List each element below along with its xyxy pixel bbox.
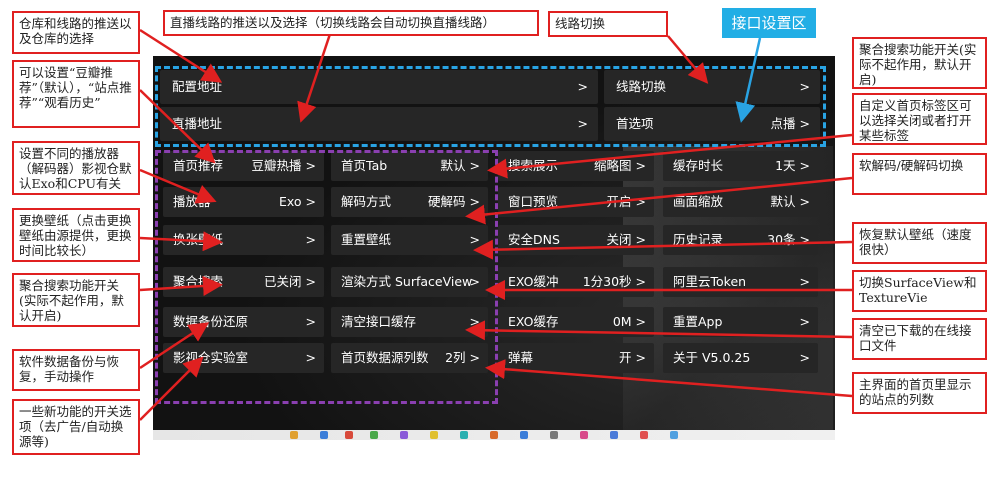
annotation-home-tabs: 自定义首页标签区可以选择关闭或者打开某些标签: [852, 93, 987, 145]
annotation-render: 切换SurfaceView和TextureVie: [852, 270, 987, 312]
annotation-home-recommend: 可以设置“豆瓣推荐”（默认），“站点推荐”“观看历史”: [12, 60, 140, 128]
annotation-repo: 仓库和线路的推送以及仓库的选择: [12, 11, 140, 54]
annotation-agg-search-top: 聚合搜索功能开关(实际不起作用，默认开启): [852, 37, 987, 89]
annotation-decode: 软解码/硬解码切换: [852, 153, 987, 195]
annotation-backup: 软件数据备份与恢复，手动操作: [12, 349, 140, 391]
annotation-live-line: 直播线路的推送以及选择（切换线路会自动切换直播线路）: [163, 10, 539, 36]
annotation-agg-search: 聚合搜索功能开关(实际不起作用，默认开启): [12, 273, 140, 327]
annotation-wallpaper: 更换壁纸（点击更换壁纸由源提供，更换时间比较长）: [12, 208, 140, 262]
annotation-lab: 一些新功能的开关选项（去广告/自动换源等): [12, 399, 140, 455]
annotation-reset-wallpaper: 恢复默认壁纸（速度很快）: [852, 222, 987, 264]
annotation-line-switch: 线路切换: [548, 11, 668, 37]
annotation-player: 设置不同的播放器（解码器）影视仓默认Exo和CPU有关: [12, 141, 140, 195]
annotation-arrows: [139, 28, 853, 421]
annotation-clear-cache: 清空已下载的在线接口文件: [852, 318, 987, 360]
annotation-columns: 主界面的首页里显示的站点的列数: [852, 372, 987, 414]
